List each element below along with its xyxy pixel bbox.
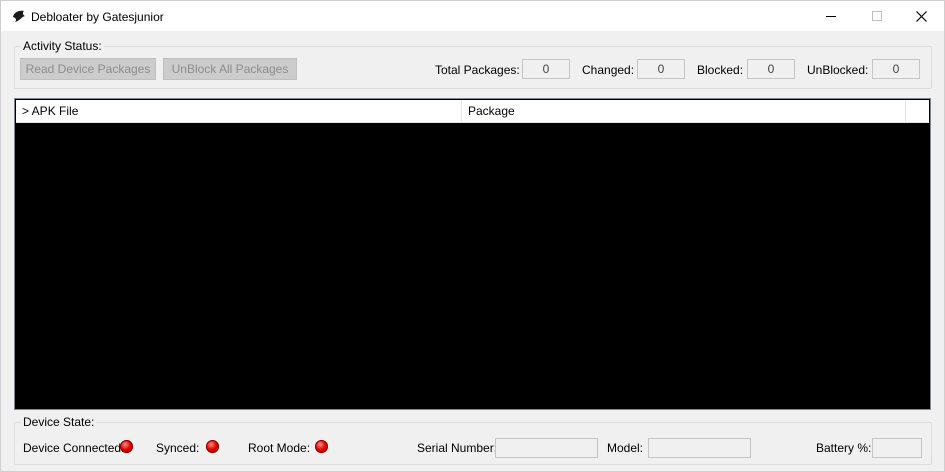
blocked-label: Blocked: <box>697 63 744 77</box>
unblocked-count: 0 <box>872 59 920 79</box>
changed-label: Changed: <box>582 63 635 77</box>
device-connected-indicator <box>120 440 133 453</box>
battery-field <box>872 438 922 458</box>
maximize-icon <box>872 11 882 21</box>
column-header-package[interactable]: Package <box>462 100 906 122</box>
serial-number-field <box>495 438 598 458</box>
title-bar[interactable]: Debloater by Gatesjunior <box>1 1 944 31</box>
window-title: Debloater by Gatesjunior <box>31 10 164 24</box>
blocked-count: 0 <box>747 59 795 79</box>
column-header-filler <box>906 100 929 122</box>
root-mode-label: Root Mode: <box>248 441 311 455</box>
device-connected-label: Device Connected: <box>23 441 125 455</box>
synced-indicator <box>206 440 219 453</box>
changed-count: 0 <box>637 59 685 79</box>
minimize-button[interactable] <box>808 1 854 31</box>
unblocked-label: UnBlocked: <box>807 63 869 77</box>
close-button[interactable] <box>898 1 944 31</box>
maximize-button[interactable] <box>854 1 900 31</box>
root-mode-indicator <box>315 440 328 453</box>
model-field <box>648 438 751 458</box>
activity-status-legend: Activity Status: <box>23 39 102 53</box>
app-logo-icon <box>13 10 25 22</box>
column-header-apk-file[interactable]: > APK File <box>16 100 462 122</box>
serial-number-label: Serial Number: <box>417 441 498 455</box>
minimize-icon <box>826 16 836 17</box>
synced-label: Synced: <box>156 441 200 455</box>
app-window: Debloater by Gatesjunior Activity Status… <box>0 0 945 472</box>
close-icon <box>915 10 927 22</box>
device-state-legend: Device State: <box>23 415 95 429</box>
total-packages-label: Total Packages: <box>435 63 520 77</box>
read-device-packages-button[interactable]: Read Device Packages <box>20 58 156 80</box>
package-list-header: > APK File Package <box>16 100 929 123</box>
unblock-all-packages-button[interactable]: UnBlock All Packages <box>163 58 297 80</box>
total-packages-count: 0 <box>522 59 570 79</box>
model-label: Model: <box>607 441 644 455</box>
battery-label: Battery %: <box>816 441 872 455</box>
package-list[interactable]: > APK File Package <box>14 98 931 410</box>
device-state-group: Device State: <box>14 415 932 465</box>
